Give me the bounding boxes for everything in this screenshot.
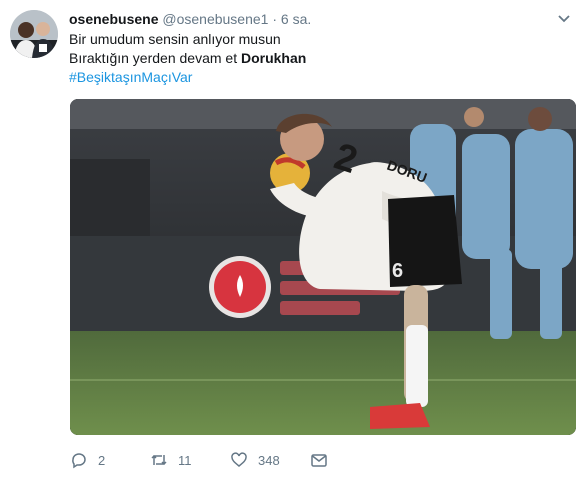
tweet-line-2-text: Bıraktığın yerden devam et (69, 50, 241, 66)
tweet-photo[interactable]: 2 DORU 6 (70, 99, 576, 435)
retweet-count: 11 (178, 452, 192, 468)
tweet: osenebusene @osenebusene1 · 6 sa. Bir um… (0, 0, 585, 478)
bold-name: Dorukhan (240, 50, 307, 66)
handle[interactable]: @osenebusene1 (162, 11, 268, 27)
tweet-text: Bir umudum sensin anlıyor musun Bıraktığ… (69, 30, 549, 87)
tweet-line-1: Bir umudum sensin anlıyor musun (69, 31, 281, 47)
direct-message-icon (311, 454, 327, 467)
retweet-button[interactable]: 11 (150, 450, 192, 470)
separator-dot: · (272, 11, 278, 27)
reply-icon (72, 453, 86, 469)
like-button[interactable]: 348 (230, 450, 280, 470)
tweet-header: osenebusene @osenebusene1 · 6 sa. (69, 10, 311, 28)
retweet-icon (151, 454, 167, 466)
jersey-number-shorts: 6 (392, 260, 403, 282)
avatar-image (10, 10, 58, 58)
chevron-down-icon[interactable] (557, 12, 571, 26)
avatar[interactable] (10, 10, 58, 58)
reply-button[interactable]: 2 (70, 450, 105, 470)
direct-message-button[interactable] (310, 450, 328, 470)
like-count: 348 (258, 452, 280, 468)
display-name[interactable]: osenebusene (69, 11, 158, 27)
like-icon (231, 452, 247, 467)
football-photo: 2 DORU 6 (70, 99, 576, 435)
timestamp[interactable]: 6 sa. (281, 11, 311, 27)
reply-count: 2 (98, 452, 106, 468)
hashtag-link[interactable]: #BeşiktaşınMaçıVar (69, 68, 549, 87)
tweet-line-2: Bıraktığın yerden devam et Dorukhan (69, 49, 549, 68)
